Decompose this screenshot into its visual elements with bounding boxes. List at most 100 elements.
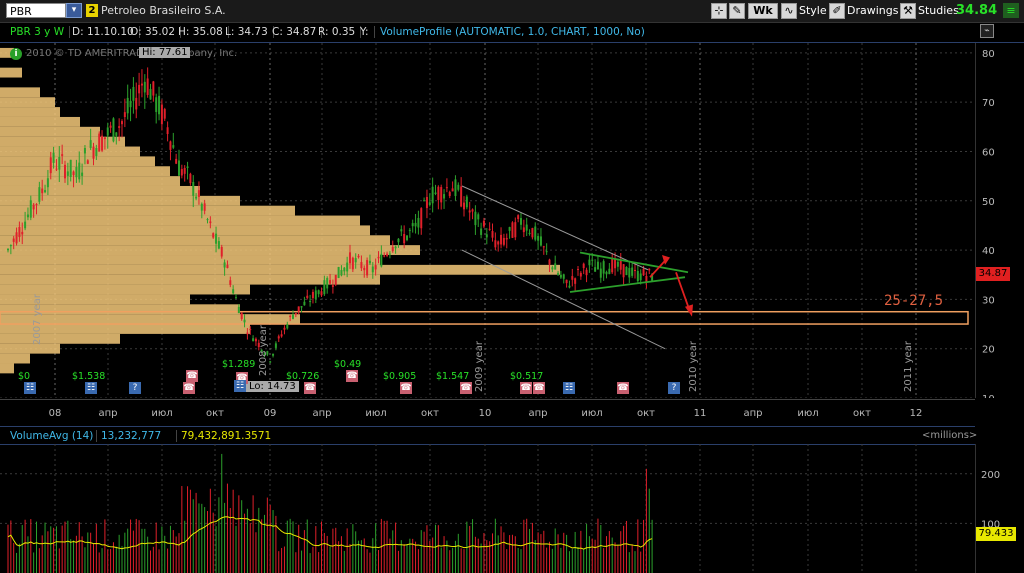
studies-button[interactable]: Studies: [918, 4, 959, 17]
candle: [494, 240, 497, 248]
candle: [431, 186, 434, 204]
symbol-input[interactable]: PBR: [6, 3, 66, 18]
volume-profile-bar: [0, 333, 120, 344]
event-icon[interactable]: ☎: [520, 382, 532, 394]
candle: [123, 112, 126, 117]
bar-high: H: 35.08: [178, 26, 229, 38]
candle: [374, 265, 377, 270]
candle: [329, 280, 332, 284]
candle: [497, 241, 500, 245]
time-tick: апр: [98, 408, 117, 419]
volume-avg-tag: 79.433: [976, 527, 1016, 541]
chart-settings-icon[interactable]: ⌁: [980, 24, 994, 38]
time-tick: апр: [528, 408, 547, 419]
volume-profile-bar: [0, 87, 40, 98]
candle: [605, 271, 608, 275]
volume-axis[interactable]: 100200: [975, 444, 1024, 573]
event-icon[interactable]: ?: [668, 382, 680, 394]
candle: [596, 261, 599, 270]
price-axis[interactable]: 10 20 30 40 50 60 70 80: [975, 43, 1024, 398]
candle: [411, 223, 414, 227]
volume-profile-bar: [0, 284, 250, 295]
volume-profile-bar: [0, 294, 190, 305]
volume-study-title[interactable]: VolumeAvg (14): [10, 430, 93, 442]
link-group-badge[interactable]: 2: [86, 4, 98, 17]
dividend-label: $1.547: [436, 371, 470, 382]
candle: [608, 268, 611, 275]
candle: [522, 227, 525, 233]
event-icon[interactable]: ☎: [186, 370, 198, 382]
volume-units: <millions>: [922, 430, 978, 441]
time-tick: апр: [743, 408, 762, 419]
event-icon[interactable]: ☎: [304, 382, 316, 394]
period-button[interactable]: Wk: [748, 3, 778, 19]
event-icon[interactable]: ☷: [563, 382, 575, 394]
style-button[interactable]: Style: [799, 4, 827, 17]
dividend-label: $0: [18, 371, 31, 382]
event-icon[interactable]: ☎: [460, 382, 472, 394]
event-icon[interactable]: ☷: [85, 382, 97, 394]
candle: [357, 255, 360, 258]
price-tick: 10: [982, 394, 995, 398]
candle: [249, 329, 252, 331]
study-label[interactable]: VolumeProfile (AUTOMATIC, 1.0, CHART, 10…: [380, 26, 650, 38]
event-icon[interactable]: ?: [129, 382, 141, 394]
price-chart[interactable]: [0, 43, 975, 398]
candle: [195, 196, 198, 199]
candle: [220, 247, 223, 257]
event-icon[interactable]: ☷: [24, 382, 36, 394]
triangle-lower: [569, 276, 686, 293]
candle: [149, 88, 152, 100]
candle: [642, 268, 645, 276]
candle: [172, 145, 175, 148]
event-icon[interactable]: ☎: [400, 382, 412, 394]
candle: [568, 285, 571, 288]
candle: [525, 224, 528, 231]
candle: [480, 228, 483, 235]
studies-icon[interactable]: ⚒: [900, 3, 916, 19]
crosshair-icon[interactable]: ⊹: [711, 3, 727, 19]
style-icon[interactable]: ∿: [781, 3, 797, 19]
time-tick: июл: [365, 408, 386, 419]
candle: [206, 219, 209, 221]
volume-profile-bar: [0, 166, 170, 177]
dividend-label: $0.49: [334, 359, 362, 370]
candle: [95, 148, 98, 156]
drawings-icon[interactable]: ✐: [829, 3, 845, 19]
candle: [625, 267, 628, 276]
symbol-dropdown-button[interactable]: ▾: [66, 3, 82, 18]
volume-profile-bar: [0, 126, 100, 137]
candle: [628, 268, 631, 278]
candle: [106, 127, 109, 136]
candle: [594, 267, 597, 272]
info-icon[interactable]: i: [10, 48, 22, 60]
event-icon[interactable]: ☎: [617, 382, 629, 394]
volume-chart[interactable]: [0, 444, 975, 573]
candle: [554, 263, 557, 270]
candle: [103, 137, 106, 140]
year-label-2010: 2010 year: [688, 341, 699, 392]
volume-profile-bar: [0, 156, 155, 167]
time-tick: 11: [694, 408, 707, 419]
candle: [300, 306, 303, 308]
candle: [477, 214, 480, 220]
event-icon[interactable]: ☎: [346, 370, 358, 382]
candle: [445, 187, 448, 189]
candle: [351, 257, 354, 270]
candle: [66, 171, 69, 176]
candle: [537, 236, 540, 241]
candle: [485, 234, 488, 238]
event-icon[interactable]: ☷: [234, 380, 246, 392]
event-icon[interactable]: ☎: [533, 382, 545, 394]
year-label-2011: 2011 year: [903, 341, 914, 392]
candle: [343, 267, 346, 272]
candle: [340, 269, 343, 276]
menu-icon[interactable]: ≡: [1003, 3, 1019, 18]
wrench-icon[interactable]: ✎: [729, 3, 745, 19]
candle: [531, 228, 534, 238]
candle: [240, 312, 243, 319]
drawings-button[interactable]: Drawings: [847, 4, 898, 17]
event-icon[interactable]: ☎: [183, 382, 195, 394]
time-axis[interactable]: 08 апр июл окт 09 апр июл окт 10 апр июл окт 11 апр ию…: [0, 399, 975, 424]
candle: [314, 290, 317, 299]
